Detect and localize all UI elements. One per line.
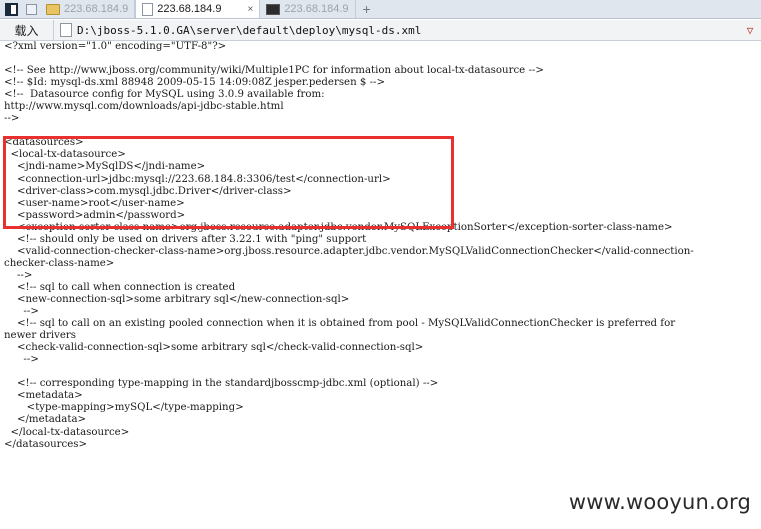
code-line: </datasources> <box>4 438 88 450</box>
code-line: --> <box>4 354 39 366</box>
load-button[interactable]: 载入 <box>0 20 54 40</box>
new-tab-button[interactable]: + <box>356 0 378 18</box>
close-icon[interactable]: × <box>247 4 253 15</box>
code-line: <user-name>root</user-name> <box>4 197 185 209</box>
code-line: --> <box>4 113 20 125</box>
code-line: <!-- Datasource config for MySQL using 3… <box>4 89 325 101</box>
file-icon <box>60 23 72 37</box>
code-line: <datasources> <box>4 137 84 149</box>
folder-icon <box>46 3 60 15</box>
code-line: http://www.mysql.com/downloads/api-jdbc-… <box>4 101 284 113</box>
tab-file-manager[interactable]: 223.68.184.9 <box>40 0 136 18</box>
code-line: <!-- sql to call on an existing pooled c… <box>4 318 676 330</box>
tab-file-viewer[interactable]: 223.68.184.9 × <box>135 0 261 18</box>
grid-icon <box>25 3 37 15</box>
code-line: --> <box>4 306 39 318</box>
code-line: <connection-url>jdbc:mysql://223.68.184.… <box>4 173 391 185</box>
code-line: </metadata> <box>4 414 87 426</box>
terminal-icon <box>266 3 281 15</box>
code-line: <driver-class>com.mysql.jdbc.Driver</dri… <box>4 185 292 197</box>
window-icon <box>4 3 18 16</box>
address-bar: 载入 ▽ <box>0 20 761 41</box>
watermark: www.wooyun.org <box>568 490 751 514</box>
code-line: <!-- corresponding type-mapping in the s… <box>4 378 439 390</box>
code-line: </local-tx-datasource> <box>4 426 130 438</box>
code-line: <!-- $Id: mysql-ds.xml 88948 2009-05-15 … <box>4 77 386 89</box>
page-icon <box>142 2 154 16</box>
code-line: <check-valid-connection-sql>some arbitra… <box>4 342 424 354</box>
code-line: <type-mapping>mySQL</type-mapping> <box>4 402 244 414</box>
code-line: <!-- See http://www.jboss.org/community/… <box>4 65 544 77</box>
code-line: <new-connection-sql>some arbitrary sql</… <box>4 293 350 305</box>
code-line: <password>admin</password> <box>4 209 186 221</box>
code-line: --> <box>4 269 33 281</box>
file-content[interactable]: <?xml version="1.0" encoding="UTF-8"?> <!… <box>0 41 761 529</box>
code-line: <jndi-name>MySqlDS</jndi-name> <box>4 161 206 173</box>
code-line: <!-- sql to call when connection is crea… <box>4 281 236 293</box>
tab-label: 223.68.184.9 <box>157 3 222 15</box>
window-menu-button[interactable] <box>0 0 22 19</box>
code-line: <metadata> <box>4 390 83 402</box>
tab-label: 223.68.184.9 <box>284 3 349 15</box>
code-line: <valid-connection-checker-class-name>org… <box>4 245 694 257</box>
code-line: checker-class-name> <box>4 257 115 269</box>
chevron-down-icon[interactable]: ▽ <box>739 24 761 37</box>
path-input[interactable] <box>77 20 739 40</box>
code-line: newer drivers <box>4 330 76 342</box>
tab-bar: 223.68.184.9 223.68.184.9 × 223.68.184.9… <box>0 0 761 19</box>
code-line: <local-tx-datasource> <box>4 149 126 161</box>
code-line: <?xml version="1.0" encoding="UTF-8"?> <box>4 41 227 52</box>
tab-list-button[interactable] <box>22 0 40 18</box>
code-line: <exception-sorter-class-name>org.jboss.r… <box>4 221 673 233</box>
code-line: <!-- should only be used on drivers afte… <box>4 233 367 245</box>
tab-terminal[interactable]: 223.68.184.9 <box>260 0 356 18</box>
tab-label: 223.68.184.9 <box>64 3 129 15</box>
